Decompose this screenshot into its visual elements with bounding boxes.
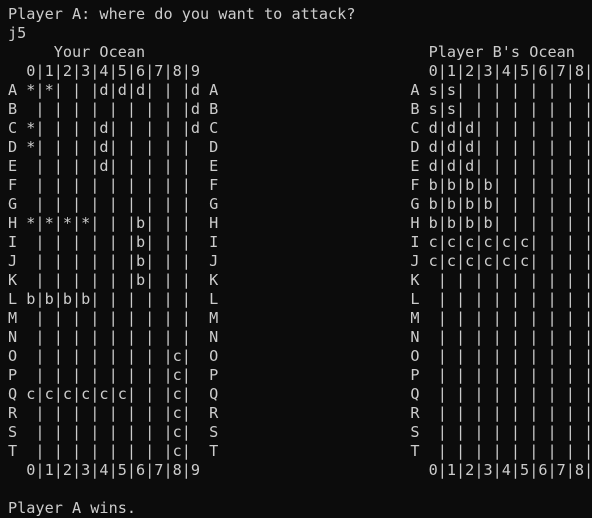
terminal-line: Player A: where do you want to attack?: [8, 5, 356, 23]
terminal-line: 0|1|2|3|4|5|6|7|8|9 0|1|2|3|4|5|6|7|8|9: [8, 62, 592, 80]
terminal-line: C *| | | |d| | | | |d C C d|d|d| | | | |…: [8, 119, 592, 137]
terminal-line: D *| | | |d| | | | | D D d|d|d| | | | | …: [8, 138, 592, 156]
terminal-line: A *|*| | |d|d|d| | |d A A s|s| | | | | |…: [8, 81, 592, 99]
terminal-line: K | | | | | |b| | | K K | | | | | | | | …: [8, 271, 592, 289]
terminal-line: L b|b|b|b| | | | | | L L | | | | | | | |…: [8, 290, 592, 308]
terminal-line: B | | | | | | | | |d B B s|s| | | | | | …: [8, 100, 592, 118]
terminal-line: M | | | | | | | | | M M | | | | | | | | …: [8, 309, 592, 327]
terminal-line: J | | | | | |b| | | J J c|c|c|c|c|c| | |…: [8, 252, 592, 270]
terminal-line: j5: [8, 24, 27, 42]
terminal-line: Player A wins.: [8, 499, 137, 517]
terminal-line: T | | | | | | | |c| T T | | | | | | | | …: [8, 442, 592, 460]
terminal-line: G | | | | | | | | | G G b|b|b|b| | | | |…: [8, 195, 592, 213]
terminal-line: H *|*|*|*| | |b| | | H H b|b|b|b| | | | …: [8, 214, 592, 232]
terminal-line: Q c|c|c|c|c|c| | |c| Q Q | | | | | | | |…: [8, 385, 592, 403]
terminal-line: P | | | | | | | |c| P P | | | | | | | | …: [8, 366, 592, 384]
terminal-line: O | | | | | | | |c| O O | | | | | | | | …: [8, 347, 592, 365]
terminal-output: Player A: where do you want to attack? j5…: [0, 0, 592, 517]
terminal-line: F | | | | | | | | | F F b|b|b|b| | | | |…: [8, 176, 592, 194]
terminal-line: S | | | | | | | |c| S S | | | | | | | | …: [8, 423, 592, 441]
terminal-line: Your Ocean Player B's Ocean: [8, 43, 575, 61]
terminal-line: N | | | | | | | | | N N | | | | | | | | …: [8, 328, 592, 346]
terminal-line: I | | | | | |b| | | I I c|c|c|c|c|c| | |…: [8, 233, 592, 251]
terminal-line: 0|1|2|3|4|5|6|7|8|9 0|1|2|3|4|5|6|7|8|9: [8, 461, 592, 479]
terminal-line: R | | | | | | | |c| R R | | | | | | | | …: [8, 404, 592, 422]
terminal-line: E | | | |d| | | | | E E d|d|d| | | | | |…: [8, 157, 592, 175]
